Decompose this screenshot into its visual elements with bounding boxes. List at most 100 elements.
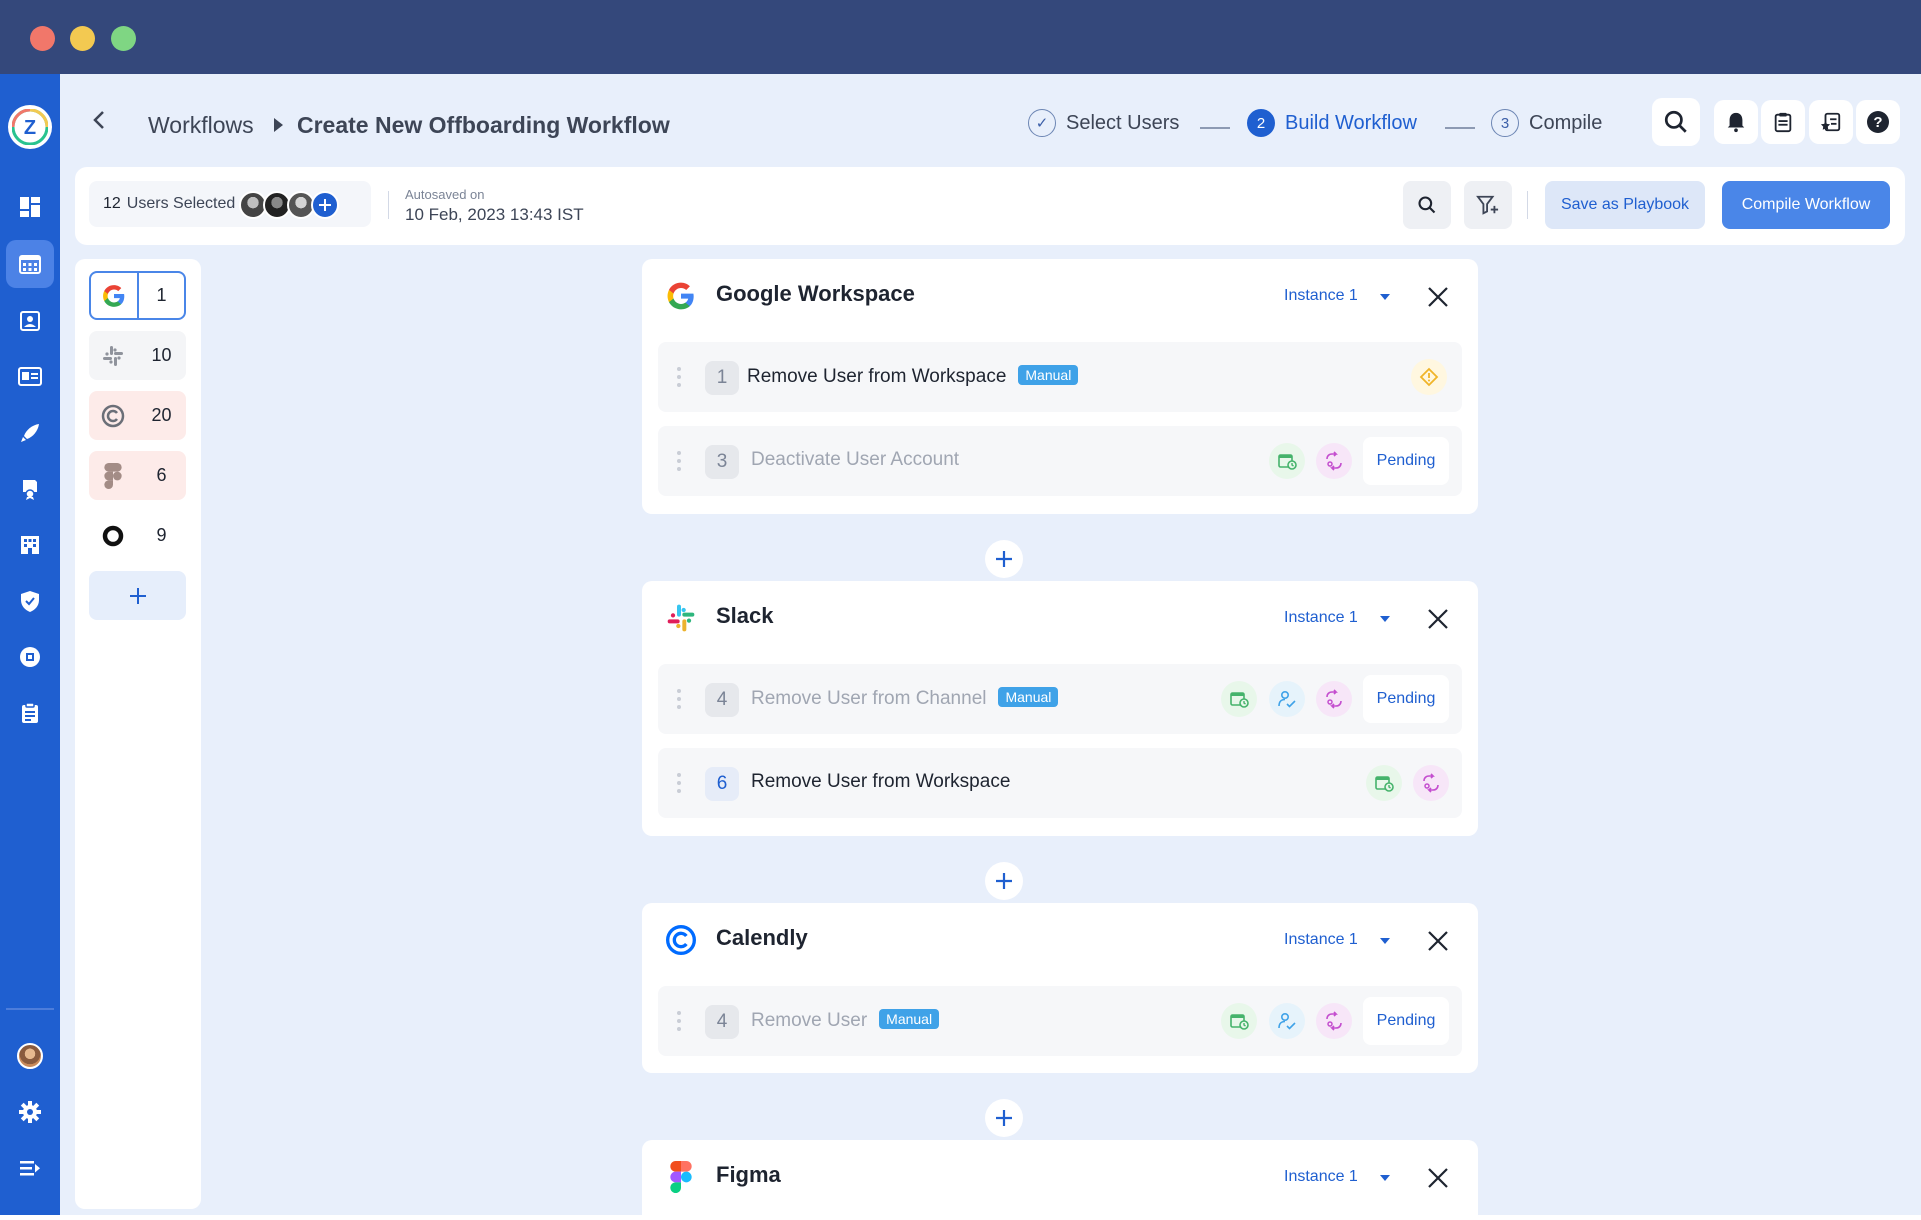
status-pending-button[interactable]: Pending <box>1363 997 1449 1045</box>
task-name: Deactivate User Account <box>751 449 960 470</box>
task-row[interactable]: 4 Remove User Manual Pending <box>658 986 1462 1056</box>
notifications-button[interactable] <box>1714 100 1758 144</box>
clipboard-icon <box>1774 112 1792 133</box>
step-select-users[interactable]: ✓ Select Users <box>1028 109 1179 137</box>
handoff-icon[interactable] <box>1316 1003 1352 1039</box>
close-icon[interactable] <box>1427 286 1449 308</box>
dropdown-caret-icon[interactable] <box>1380 294 1390 300</box>
calendar-grid-icon <box>19 255 41 274</box>
add-step-button[interactable] <box>985 540 1023 578</box>
app-tile-google-workspace[interactable]: 1 <box>89 271 186 320</box>
add-step-button[interactable] <box>985 1099 1023 1137</box>
dropdown-caret-icon[interactable] <box>1380 616 1390 622</box>
chip-icon <box>20 647 40 667</box>
status-pending-button[interactable]: Pending <box>1363 437 1449 485</box>
help-button[interactable]: ? <box>1856 100 1900 144</box>
handoff-icon[interactable] <box>1316 681 1352 717</box>
schedule-icon[interactable] <box>1269 443 1305 479</box>
drag-handle-icon[interactable] <box>677 451 681 471</box>
add-app-button[interactable] <box>89 571 186 620</box>
nav-security[interactable] <box>6 577 54 625</box>
handoff-icon[interactable] <box>1413 765 1449 801</box>
google-icon <box>664 279 698 313</box>
breadcrumb-workflows[interactable]: Workflows <box>148 112 254 139</box>
svg-text:?: ? <box>1873 114 1882 131</box>
google-icon <box>91 273 139 318</box>
nav-expand[interactable] <box>6 1144 54 1192</box>
app-tile-figma[interactable]: 6 <box>89 451 186 500</box>
warning-diamond-icon[interactable] <box>1411 359 1447 395</box>
add-user-button[interactable] <box>311 191 339 219</box>
manual-badge: Manual <box>998 687 1059 707</box>
schedule-icon[interactable] <box>1366 765 1402 801</box>
step-number: 2 <box>1247 109 1275 137</box>
nav-users[interactable] <box>6 297 54 345</box>
instance-select[interactable]: Instance 1 <box>1284 931 1358 949</box>
compile-workflow-button[interactable]: Compile Workflow <box>1722 181 1890 229</box>
assign-user-icon[interactable] <box>1269 681 1305 717</box>
nav-settings[interactable] <box>6 1088 54 1136</box>
handoff-icon[interactable] <box>1316 443 1352 479</box>
search-button[interactable] <box>1652 98 1700 146</box>
app-card-figma: Figma Instance 1 <box>642 1140 1478 1215</box>
nav-launch[interactable] <box>6 409 54 457</box>
status-pending-button[interactable]: Pending <box>1363 675 1449 723</box>
task-row[interactable]: 4 Remove User from Channel Manual Pending <box>658 664 1462 734</box>
instance-select[interactable]: Instance 1 <box>1284 1168 1358 1186</box>
app-task-count: 9 <box>156 525 167 545</box>
expand-menu-icon <box>20 1161 40 1176</box>
step-compile[interactable]: 3 Compile <box>1491 109 1602 137</box>
schedule-icon[interactable] <box>1221 1003 1257 1039</box>
close-icon[interactable] <box>1427 608 1449 630</box>
drag-handle-icon[interactable] <box>677 1011 681 1031</box>
card-title: Calendly <box>716 925 808 950</box>
task-row[interactable]: 1 Remove User from Workspace Manual <box>658 342 1462 412</box>
search-workflow-button[interactable] <box>1403 181 1451 229</box>
reviews-button[interactable] <box>1809 100 1853 144</box>
schedule-icon[interactable] <box>1221 681 1257 717</box>
nav-applications[interactable] <box>6 353 54 401</box>
add-filter-button[interactable] <box>1464 181 1512 229</box>
task-number: 3 <box>705 445 739 479</box>
close-icon[interactable] <box>1427 930 1449 952</box>
task-row[interactable]: 3 Deactivate User Account Pending <box>658 426 1462 496</box>
certificate-icon <box>23 480 37 500</box>
help-icon: ? <box>1867 111 1889 133</box>
step-build-workflow[interactable]: 2 Build Workflow <box>1247 109 1417 137</box>
app-tile-calendly[interactable]: 20 <box>89 391 186 440</box>
dropdown-caret-icon[interactable] <box>1380 938 1390 944</box>
task-row[interactable]: 6 Remove User from Workspace <box>658 748 1462 818</box>
drag-handle-icon[interactable] <box>677 689 681 709</box>
back-arrow-icon[interactable] <box>88 108 112 132</box>
maximize-window-button[interactable] <box>111 26 136 51</box>
instance-select[interactable]: Instance 1 <box>1284 609 1358 627</box>
dropdown-caret-icon[interactable] <box>1380 1175 1390 1181</box>
search-icon <box>1418 196 1436 214</box>
drag-handle-icon[interactable] <box>677 367 681 387</box>
task-name: Remove User Manual <box>751 1009 940 1032</box>
assign-user-icon[interactable] <box>1269 1003 1305 1039</box>
tasks-button[interactable] <box>1761 100 1805 144</box>
app-logo[interactable]: Z <box>8 105 52 149</box>
minimize-window-button[interactable] <box>70 26 95 51</box>
app-tile-other[interactable]: 9 <box>89 511 186 560</box>
nav-reports[interactable] <box>6 689 54 737</box>
nav-licenses[interactable] <box>6 465 54 513</box>
selected-users[interactable]: 12 Users Selected <box>89 181 371 227</box>
task-name: Remove User from Workspace Manual <box>747 365 1079 388</box>
app-tile-slack[interactable]: 10 <box>89 331 186 380</box>
close-window-button[interactable] <box>30 26 55 51</box>
nav-profile[interactable] <box>6 1032 54 1080</box>
header: Workflows Create New Offboarding Workflo… <box>60 74 1921 166</box>
add-step-button[interactable] <box>985 862 1023 900</box>
close-icon[interactable] <box>1427 1167 1449 1189</box>
nav-dashboard[interactable] <box>6 183 54 231</box>
save-as-playbook-button[interactable]: Save as Playbook <box>1545 181 1705 229</box>
nav-integrations[interactable] <box>6 633 54 681</box>
instance-select[interactable]: Instance 1 <box>1284 287 1358 305</box>
nav-vendors[interactable] <box>6 521 54 569</box>
drag-handle-icon[interactable] <box>677 773 681 793</box>
nav-workflows[interactable] <box>6 240 54 288</box>
card-title: Figma <box>716 1162 781 1187</box>
dashboard-icon <box>20 197 40 217</box>
